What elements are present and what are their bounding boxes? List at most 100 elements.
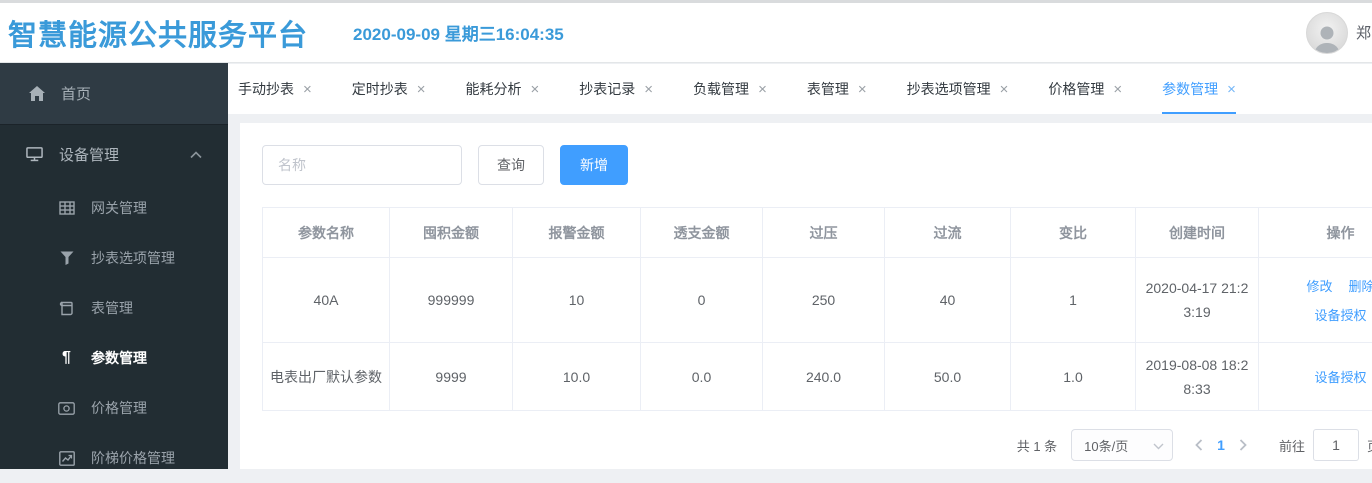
pagination: 共 1 条 10条/页 1 前往 页 [262, 429, 1372, 461]
close-icon[interactable]: × [1227, 81, 1236, 98]
app-title: 智慧能源公共服务平台 [8, 12, 308, 54]
person-icon [1310, 21, 1344, 54]
delete-link[interactable]: 删除 [1349, 276, 1372, 295]
table-row: 电表出厂默认参数 9999 10.0 0.0 240.0 50.0 1.0 20… [263, 343, 1372, 411]
header-user-area[interactable]: 郑 [1306, 12, 1372, 54]
tab-meter-mgmt[interactable]: 表管理 × [807, 64, 867, 114]
tab-label: 参数管理 [1162, 79, 1218, 99]
cell-alarm-amount: 10.0 [513, 343, 641, 411]
tab-bar: 手动抄表 × 定时抄表 × 能耗分析 × 抄表记录 × 负载管理 × 表管理 ×… [228, 64, 1372, 114]
sidebar-item-label: 参数管理 [91, 348, 147, 368]
pilcrow-icon: ¶ [58, 350, 75, 366]
table-row: 40A 999999 10 0 250 40 1 2020-04-17 21:2… [263, 258, 1372, 343]
cell-alarm-amount: 10 [513, 258, 641, 343]
col-header-created-time: 创建时间 [1136, 208, 1259, 258]
page-size-select[interactable]: 10条/页 [1071, 429, 1173, 461]
chevron-down-icon [1153, 438, 1164, 453]
sidebar-group-label: 设备管理 [59, 144, 119, 165]
tab-energy-analysis[interactable]: 能耗分析 × [466, 64, 540, 114]
header-datetime: 2020-09-09 星期三16:04:35 [353, 20, 564, 45]
cell-actions: 修改 删除 设备授权 [1259, 258, 1372, 343]
cell-stored-amount: 9999 [390, 343, 513, 411]
close-icon[interactable]: × [858, 81, 867, 98]
close-icon[interactable]: × [1000, 81, 1009, 98]
total-count-label: 共 1 条 [1017, 436, 1057, 455]
device-auth-link[interactable]: 设备授权 [1314, 305, 1366, 324]
filter-icon [58, 251, 75, 265]
sidebar-item-param-mgmt[interactable]: ¶ 参数管理 [0, 333, 228, 383]
created-time-text: 2020-04-17 21:23:19 [1141, 276, 1253, 324]
col-header-param-name: 参数名称 [263, 208, 390, 258]
sidebar-item-meter-mgmt[interactable]: 表管理 [0, 283, 228, 333]
money-icon [58, 402, 75, 415]
cell-ratio: 1.0 [1011, 343, 1136, 411]
col-header-overdraft-amount: 透支金额 [641, 208, 763, 258]
cell-overvoltage: 240.0 [763, 343, 885, 411]
sidebar-item-label: 价格管理 [91, 398, 147, 418]
table-header-row: 参数名称 囤积金额 报警金额 透支金额 过压 过流 变比 创建时间 操作 [263, 208, 1372, 258]
add-button[interactable]: 新增 [560, 145, 628, 185]
avatar[interactable] [1306, 12, 1348, 54]
close-icon[interactable]: × [417, 81, 426, 98]
tab-label: 能耗分析 [466, 79, 522, 99]
sidebar-item-label: 网关管理 [91, 198, 147, 218]
app-header: 智慧能源公共服务平台 2020-09-09 星期三16:04:35 郑 [0, 0, 1372, 63]
tab-meter-option-mgmt[interactable]: 抄表选项管理 × [907, 64, 1009, 114]
sidebar-submenu: 网关管理 抄表选项管理 表管理 ¶ 参数管理 [0, 183, 228, 483]
col-header-overcurrent: 过流 [885, 208, 1011, 258]
sidebar-item-home[interactable]: 首页 [0, 63, 228, 125]
tab-param-mgmt[interactable]: 参数管理 × [1162, 64, 1236, 114]
col-header-actions: 操作 [1259, 208, 1372, 258]
tab-reading-records[interactable]: 抄表记录 × [579, 64, 653, 114]
goto-page-input[interactable] [1313, 429, 1359, 461]
col-header-ratio: 变比 [1011, 208, 1136, 258]
col-header-stored-amount: 囤积金额 [390, 208, 513, 258]
sidebar-item-meter-option-mgmt[interactable]: 抄表选项管理 [0, 233, 228, 283]
close-icon[interactable]: × [644, 81, 653, 98]
tab-load-mgmt[interactable]: 负载管理 × [693, 64, 767, 114]
sidebar-item-gateway-mgmt[interactable]: 网关管理 [0, 183, 228, 233]
close-icon[interactable]: × [758, 81, 767, 98]
name-search-input[interactable] [262, 145, 462, 185]
device-auth-link[interactable]: 设备授权 [1314, 367, 1366, 386]
monitor-icon [26, 146, 43, 162]
page-number[interactable]: 1 [1217, 437, 1225, 453]
cell-stored-amount: 999999 [390, 258, 513, 343]
tab-label: 抄表选项管理 [907, 79, 991, 99]
cell-created-time: 2020-04-17 21:23:19 [1136, 258, 1259, 343]
cell-actions: 设备授权 [1259, 343, 1372, 411]
next-page-button[interactable] [1239, 439, 1247, 451]
page-size-value: 10条/页 [1084, 436, 1128, 455]
cell-overdraft-amount: 0.0 [641, 343, 763, 411]
tab-price-mgmt[interactable]: 价格管理 × [1048, 64, 1122, 114]
sidebar-item-label: 阶梯价格管理 [91, 448, 175, 468]
edit-link[interactable]: 修改 [1306, 276, 1332, 295]
sidebar-group-device-mgmt[interactable]: 设备管理 [0, 125, 228, 183]
col-header-overvoltage: 过压 [763, 208, 885, 258]
tab-label: 负载管理 [693, 79, 749, 99]
tab-scheduled-reading[interactable]: 定时抄表 × [352, 64, 426, 114]
home-icon [28, 86, 45, 101]
close-icon[interactable]: × [531, 81, 540, 98]
params-table: 参数名称 囤积金额 报警金额 透支金额 过压 过流 变比 创建时间 操作 40A… [262, 207, 1372, 411]
created-time-text: 2019-08-08 18:28:33 [1141, 353, 1253, 401]
prev-page-button[interactable] [1195, 439, 1203, 451]
grid-icon [58, 201, 75, 215]
close-icon[interactable]: × [1113, 81, 1122, 98]
tab-label: 抄表记录 [579, 79, 635, 99]
tab-label: 定时抄表 [352, 79, 408, 99]
tab-label: 表管理 [807, 79, 849, 99]
content-card: 查询 新增 参数名称 囤积金额 报警金额 透支金额 过压 过流 变比 创建时间 … [240, 123, 1372, 469]
tab-manual-reading[interactable]: 手动抄表 × [238, 64, 312, 114]
sidebar-item-label: 表管理 [91, 298, 133, 318]
cell-param-name: 电表出厂默认参数 [263, 343, 390, 411]
main-content: 查询 新增 参数名称 囤积金额 报警金额 透支金额 过压 过流 变比 创建时间 … [228, 114, 1372, 469]
close-icon[interactable]: × [303, 81, 312, 98]
query-button[interactable]: 查询 [478, 145, 544, 185]
sidebar: 首页 设备管理 网关管理 抄表选项管理 [0, 63, 228, 469]
sidebar-item-tier-price-mgmt[interactable]: 阶梯价格管理 [0, 433, 228, 483]
sidebar-item-price-mgmt[interactable]: 价格管理 [0, 383, 228, 433]
username-label: 郑 [1356, 22, 1372, 43]
toolbar: 查询 新增 [262, 145, 1372, 185]
col-header-alarm-amount: 报警金额 [513, 208, 641, 258]
